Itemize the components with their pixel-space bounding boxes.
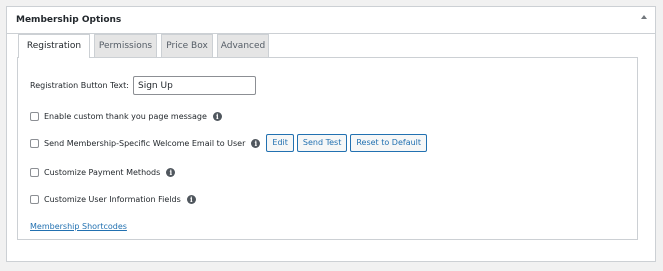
option-row-payment-methods: Customize Payment Methods i <box>30 168 176 177</box>
edit-email-button[interactable]: Edit <box>266 134 294 152</box>
tab-permissions[interactable]: Permissions <box>94 34 157 57</box>
payment-methods-checkbox[interactable] <box>30 168 39 177</box>
info-icon[interactable]: i <box>186 195 196 204</box>
welcome-email-label[interactable]: Send Membership-Specific Welcome Email t… <box>44 139 245 148</box>
payment-methods-label[interactable]: Customize Payment Methods <box>44 168 160 177</box>
button-text-label: Registration Button Text: <box>30 81 129 90</box>
reset-to-default-button[interactable]: Reset to Default <box>350 134 428 152</box>
collapse-arrow-icon[interactable] <box>641 15 647 19</box>
thank-you-checkbox[interactable] <box>30 112 39 121</box>
registration-button-text-input[interactable] <box>133 76 256 95</box>
membership-shortcodes-link[interactable]: Membership Shortcodes <box>30 222 127 231</box>
button-text-row: Registration Button Text: <box>30 76 256 95</box>
user-fields-checkbox[interactable] <box>30 195 39 204</box>
tab-registration[interactable]: Registration <box>18 34 90 58</box>
tab-price-box[interactable]: Price Box <box>161 34 213 57</box>
option-row-welcome-email: Send Membership-Specific Welcome Email t… <box>30 134 428 152</box>
send-test-button[interactable]: Send Test <box>296 134 348 152</box>
tab-advanced[interactable]: Advanced <box>217 34 269 57</box>
registration-panel: Registration Button Text: Enable custom … <box>17 57 638 240</box>
info-icon[interactable]: i <box>251 138 261 148</box>
info-icon[interactable]: i <box>166 168 176 177</box>
option-row-user-fields: Customize User Information Fields i <box>30 195 196 204</box>
info-icon[interactable]: i <box>212 112 222 121</box>
metabox-header[interactable]: Membership Options <box>7 7 655 34</box>
metabox-title: Membership Options <box>16 15 122 25</box>
option-row-thank-you: Enable custom thank you page message i <box>30 112 222 121</box>
user-fields-label[interactable]: Customize User Information Fields <box>44 195 181 204</box>
welcome-email-checkbox[interactable] <box>30 138 39 148</box>
thank-you-label[interactable]: Enable custom thank you page message <box>44 112 207 121</box>
